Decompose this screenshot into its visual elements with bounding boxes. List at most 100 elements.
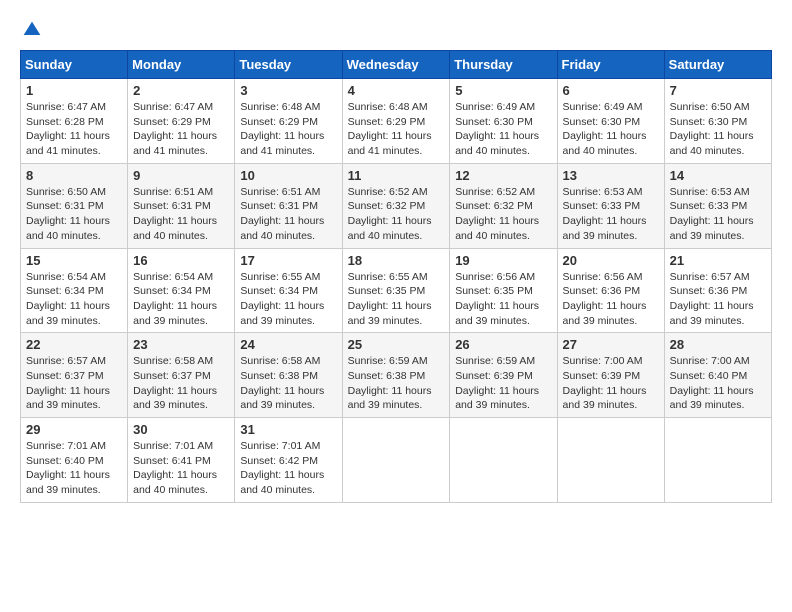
calendar-day-cell: 17 Sunrise: 6:55 AM Sunset: 6:34 PM Dayl…: [235, 248, 342, 333]
calendar-day-cell: 30 Sunrise: 7:01 AM Sunset: 6:41 PM Dayl…: [128, 418, 235, 503]
calendar-table: SundayMondayTuesdayWednesdayThursdayFrid…: [20, 50, 772, 503]
day-number: 30: [133, 422, 229, 437]
calendar-week-row: 15 Sunrise: 6:54 AM Sunset: 6:34 PM Dayl…: [21, 248, 772, 333]
day-number: 23: [133, 337, 229, 352]
day-number: 12: [455, 168, 551, 183]
day-info: Sunrise: 6:57 AM Sunset: 6:37 PM Dayligh…: [26, 354, 122, 413]
day-info: Sunrise: 6:47 AM Sunset: 6:28 PM Dayligh…: [26, 100, 122, 159]
day-number: 2: [133, 83, 229, 98]
calendar-day-cell: 12 Sunrise: 6:52 AM Sunset: 6:32 PM Dayl…: [450, 163, 557, 248]
day-number: 17: [240, 253, 336, 268]
day-info: Sunrise: 6:51 AM Sunset: 6:31 PM Dayligh…: [133, 185, 229, 244]
day-info: Sunrise: 6:49 AM Sunset: 6:30 PM Dayligh…: [563, 100, 659, 159]
day-info: Sunrise: 6:56 AM Sunset: 6:36 PM Dayligh…: [563, 270, 659, 329]
calendar-day-cell: 25 Sunrise: 6:59 AM Sunset: 6:38 PM Dayl…: [342, 333, 450, 418]
day-number: 27: [563, 337, 659, 352]
calendar-day-cell: 3 Sunrise: 6:48 AM Sunset: 6:29 PM Dayli…: [235, 79, 342, 164]
day-info: Sunrise: 6:57 AM Sunset: 6:36 PM Dayligh…: [670, 270, 766, 329]
calendar-day-cell: 4 Sunrise: 6:48 AM Sunset: 6:29 PM Dayli…: [342, 79, 450, 164]
calendar-header-row: SundayMondayTuesdayWednesdayThursdayFrid…: [21, 51, 772, 79]
day-number: 4: [348, 83, 445, 98]
calendar-week-row: 8 Sunrise: 6:50 AM Sunset: 6:31 PM Dayli…: [21, 163, 772, 248]
calendar-day-cell: 15 Sunrise: 6:54 AM Sunset: 6:34 PM Dayl…: [21, 248, 128, 333]
calendar-day-cell: 26 Sunrise: 6:59 AM Sunset: 6:39 PM Dayl…: [450, 333, 557, 418]
day-number: 5: [455, 83, 551, 98]
day-number: 6: [563, 83, 659, 98]
calendar-day-cell: 13 Sunrise: 6:53 AM Sunset: 6:33 PM Dayl…: [557, 163, 664, 248]
day-info: Sunrise: 6:48 AM Sunset: 6:29 PM Dayligh…: [348, 100, 445, 159]
calendar-day-cell: [450, 418, 557, 503]
day-info: Sunrise: 6:47 AM Sunset: 6:29 PM Dayligh…: [133, 100, 229, 159]
calendar-day-cell: 23 Sunrise: 6:58 AM Sunset: 6:37 PM Dayl…: [128, 333, 235, 418]
day-number: 26: [455, 337, 551, 352]
day-number: 9: [133, 168, 229, 183]
day-number: 29: [26, 422, 122, 437]
day-number: 8: [26, 168, 122, 183]
day-number: 20: [563, 253, 659, 268]
calendar-day-cell: 10 Sunrise: 6:51 AM Sunset: 6:31 PM Dayl…: [235, 163, 342, 248]
day-number: 21: [670, 253, 766, 268]
day-number: 11: [348, 168, 445, 183]
day-info: Sunrise: 6:55 AM Sunset: 6:35 PM Dayligh…: [348, 270, 445, 329]
calendar-day-cell: 22 Sunrise: 6:57 AM Sunset: 6:37 PM Dayl…: [21, 333, 128, 418]
calendar-week-row: 22 Sunrise: 6:57 AM Sunset: 6:37 PM Dayl…: [21, 333, 772, 418]
day-info: Sunrise: 6:54 AM Sunset: 6:34 PM Dayligh…: [133, 270, 229, 329]
day-info: Sunrise: 6:49 AM Sunset: 6:30 PM Dayligh…: [455, 100, 551, 159]
day-number: 24: [240, 337, 336, 352]
day-info: Sunrise: 6:58 AM Sunset: 6:38 PM Dayligh…: [240, 354, 336, 413]
calendar-day-cell: 5 Sunrise: 6:49 AM Sunset: 6:30 PM Dayli…: [450, 79, 557, 164]
day-number: 7: [670, 83, 766, 98]
day-info: Sunrise: 7:00 AM Sunset: 6:39 PM Dayligh…: [563, 354, 659, 413]
day-info: Sunrise: 6:54 AM Sunset: 6:34 PM Dayligh…: [26, 270, 122, 329]
day-info: Sunrise: 6:48 AM Sunset: 6:29 PM Dayligh…: [240, 100, 336, 159]
day-number: 18: [348, 253, 445, 268]
day-number: 14: [670, 168, 766, 183]
day-info: Sunrise: 7:01 AM Sunset: 6:42 PM Dayligh…: [240, 439, 336, 498]
logo: [20, 20, 44, 40]
day-info: Sunrise: 6:53 AM Sunset: 6:33 PM Dayligh…: [670, 185, 766, 244]
calendar-week-row: 1 Sunrise: 6:47 AM Sunset: 6:28 PM Dayli…: [21, 79, 772, 164]
calendar-day-cell: 20 Sunrise: 6:56 AM Sunset: 6:36 PM Dayl…: [557, 248, 664, 333]
day-of-week-header: Sunday: [21, 51, 128, 79]
day-of-week-header: Thursday: [450, 51, 557, 79]
day-of-week-header: Saturday: [664, 51, 771, 79]
day-info: Sunrise: 6:50 AM Sunset: 6:31 PM Dayligh…: [26, 185, 122, 244]
calendar-day-cell: 11 Sunrise: 6:52 AM Sunset: 6:32 PM Dayl…: [342, 163, 450, 248]
day-info: Sunrise: 6:50 AM Sunset: 6:30 PM Dayligh…: [670, 100, 766, 159]
calendar-day-cell: 6 Sunrise: 6:49 AM Sunset: 6:30 PM Dayli…: [557, 79, 664, 164]
day-of-week-header: Wednesday: [342, 51, 450, 79]
calendar-day-cell: 2 Sunrise: 6:47 AM Sunset: 6:29 PM Dayli…: [128, 79, 235, 164]
calendar-day-cell: 28 Sunrise: 7:00 AM Sunset: 6:40 PM Dayl…: [664, 333, 771, 418]
calendar-day-cell: [557, 418, 664, 503]
day-info: Sunrise: 7:00 AM Sunset: 6:40 PM Dayligh…: [670, 354, 766, 413]
calendar-day-cell: 31 Sunrise: 7:01 AM Sunset: 6:42 PM Dayl…: [235, 418, 342, 503]
calendar-day-cell: 24 Sunrise: 6:58 AM Sunset: 6:38 PM Dayl…: [235, 333, 342, 418]
calendar-day-cell: 27 Sunrise: 7:00 AM Sunset: 6:39 PM Dayl…: [557, 333, 664, 418]
day-number: 25: [348, 337, 445, 352]
day-number: 19: [455, 253, 551, 268]
day-of-week-header: Tuesday: [235, 51, 342, 79]
day-info: Sunrise: 6:52 AM Sunset: 6:32 PM Dayligh…: [455, 185, 551, 244]
day-info: Sunrise: 7:01 AM Sunset: 6:40 PM Dayligh…: [26, 439, 122, 498]
day-number: 22: [26, 337, 122, 352]
day-number: 1: [26, 83, 122, 98]
calendar-day-cell: [664, 418, 771, 503]
calendar-day-cell: 18 Sunrise: 6:55 AM Sunset: 6:35 PM Dayl…: [342, 248, 450, 333]
calendar-day-cell: 14 Sunrise: 6:53 AM Sunset: 6:33 PM Dayl…: [664, 163, 771, 248]
day-number: 13: [563, 168, 659, 183]
day-info: Sunrise: 7:01 AM Sunset: 6:41 PM Dayligh…: [133, 439, 229, 498]
calendar-day-cell: [342, 418, 450, 503]
page-header: [20, 20, 772, 40]
day-info: Sunrise: 6:56 AM Sunset: 6:35 PM Dayligh…: [455, 270, 551, 329]
day-number: 16: [133, 253, 229, 268]
day-info: Sunrise: 6:51 AM Sunset: 6:31 PM Dayligh…: [240, 185, 336, 244]
calendar-day-cell: 9 Sunrise: 6:51 AM Sunset: 6:31 PM Dayli…: [128, 163, 235, 248]
calendar-day-cell: 1 Sunrise: 6:47 AM Sunset: 6:28 PM Dayli…: [21, 79, 128, 164]
day-number: 28: [670, 337, 766, 352]
day-number: 3: [240, 83, 336, 98]
day-of-week-header: Monday: [128, 51, 235, 79]
calendar-day-cell: 19 Sunrise: 6:56 AM Sunset: 6:35 PM Dayl…: [450, 248, 557, 333]
calendar-week-row: 29 Sunrise: 7:01 AM Sunset: 6:40 PM Dayl…: [21, 418, 772, 503]
calendar-day-cell: 16 Sunrise: 6:54 AM Sunset: 6:34 PM Dayl…: [128, 248, 235, 333]
day-info: Sunrise: 6:53 AM Sunset: 6:33 PM Dayligh…: [563, 185, 659, 244]
